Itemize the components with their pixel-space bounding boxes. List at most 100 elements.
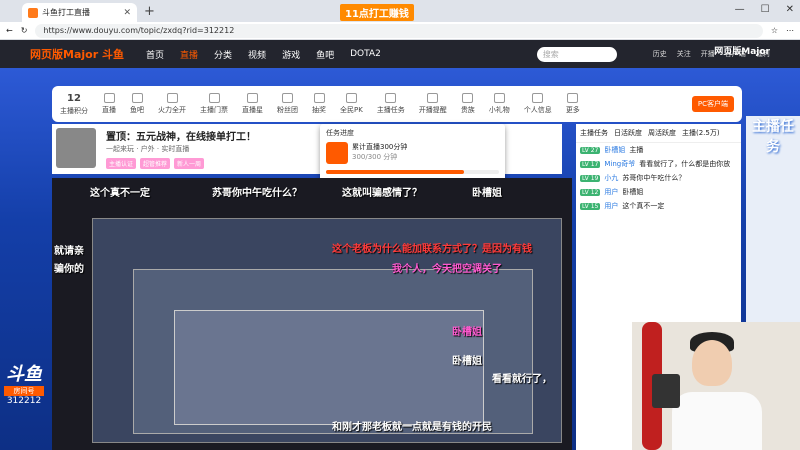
site-header: 网页版Major 斗鱼 首页 直播 分类 视频 游戏 鱼吧 DOTA2 搜索 历… [0, 40, 800, 68]
nav-dota2[interactable]: DOTA2 [350, 49, 381, 59]
cat-item-7[interactable]: 全民PK [340, 93, 363, 115]
pc-client-button[interactable]: PC客户端 [691, 96, 734, 112]
cat-item-9[interactable]: 开播提醒 [419, 93, 447, 115]
refresh-icon[interactable]: ↻ [21, 26, 28, 35]
cat-item-6[interactable]: 抽奖 [312, 93, 326, 115]
task-mascot[interactable]: 主播任务 [746, 116, 800, 156]
stream-title: 置顶：五元战神，在线接单打工！ [106, 132, 256, 143]
webcam-overlay [632, 322, 800, 450]
badge-2: 新人一周 [174, 158, 205, 169]
cat-item-2[interactable]: 火力全开 [158, 93, 186, 115]
close-window-icon[interactable]: ✕ [786, 4, 794, 15]
cat-item-3[interactable]: 主播门票 [200, 93, 228, 115]
video-player[interactable]: 这个真不一定 苏哥你中午吃什么？ 这就叫骗感情了？ 卧槽姐 这个老板为什么能加联… [52, 178, 572, 450]
danmu-4: 这个老板为什么能加联系方式了？是因为有钱 [332, 244, 532, 255]
stream-meta: 一起来玩 · 户外 · 实时直播 [106, 145, 190, 153]
minimize-icon[interactable]: — [735, 4, 745, 15]
nav-video[interactable]: 视频 [248, 48, 266, 61]
nav-live[interactable]: 直播 [180, 48, 198, 61]
tab-task[interactable]: 主播任务 [580, 128, 608, 138]
nested-stream-frame-3 [174, 310, 484, 425]
danmu-1: 苏哥你中午吃什么？ [212, 188, 302, 199]
header-history[interactable]: 历史 [653, 49, 667, 59]
chat-row: LV 15 用户 这个真不一定 [580, 202, 665, 210]
badge-0: 主播认证 [106, 158, 137, 169]
cat-item-4[interactable]: 直播星 [242, 93, 263, 115]
nav-fishbar[interactable]: 鱼吧 [316, 48, 334, 61]
danmu-8: 和刚才那老板就一点就是有钱的开民 [332, 422, 492, 433]
badge-1: 超管推荐 [140, 158, 171, 169]
small-gift-icon [493, 93, 505, 103]
star-icon [247, 93, 258, 103]
menu-icon[interactable]: ⋯ [786, 26, 794, 35]
avatar[interactable] [56, 128, 96, 168]
chat-row: LV 12 用户 卧槽姐 [580, 188, 644, 196]
search-input[interactable]: 搜索 [536, 46, 617, 62]
user-icon [532, 93, 544, 103]
danmu-6: 卧槽姐 [452, 327, 482, 338]
tab-daily[interactable]: 日活跃度 [614, 128, 642, 138]
maximize-icon[interactable]: ☐ [761, 4, 770, 15]
back-icon[interactable]: ← [6, 26, 13, 35]
nav-category[interactable]: 分类 [214, 48, 232, 61]
popup-sub: 300/300 分钟 [352, 153, 398, 161]
room-logo: 斗鱼 房间号 312212 [0, 360, 48, 440]
cat-item-0[interactable]: 直播 [102, 93, 116, 115]
danmu-0: 这个真不一定 [90, 188, 150, 199]
nav-game[interactable]: 游戏 [282, 48, 300, 61]
chat-row: LV 19 小九 苏哥你中午吃什么？ [580, 174, 686, 182]
points-count: 12 [67, 92, 81, 104]
tab-weekly[interactable]: 周活跃度 [648, 128, 676, 138]
danmu-7: 看看就行了， [492, 374, 552, 385]
task-progress-popup: 任务进度 累计直播300分钟 300/300 分钟 [320, 124, 505, 184]
diamond-icon [462, 93, 474, 103]
site-logo[interactable]: 网页版Major 斗鱼 [30, 46, 130, 62]
pk-icon [345, 93, 357, 103]
live-icon [103, 93, 115, 103]
cat-item-10[interactable]: 贵族 [461, 93, 475, 115]
close-icon[interactable]: ✕ [123, 8, 131, 18]
category-bar: 12 主播积分 直播 鱼吧 火力全开 主播门票 直播星 粉丝团 抽奖 全民PK … [52, 86, 742, 122]
popup-title: 任务进度 [326, 129, 354, 137]
task-icon [385, 93, 397, 103]
alarm-icon [427, 93, 439, 103]
favicon-icon [28, 7, 38, 18]
task-icon [326, 142, 348, 164]
url-input[interactable]: https://www.douyu.com/topic/zxdq?rid=312… [35, 23, 763, 38]
major-logo: 网页版Major [714, 47, 770, 57]
cat-item-12[interactable]: 个人信息 [524, 93, 552, 115]
header-follow[interactable]: 关注 [677, 49, 691, 59]
cat-item-1[interactable]: 鱼吧 [130, 93, 144, 115]
new-tab-icon[interactable]: + [144, 4, 155, 19]
gift-icon [313, 93, 325, 103]
browser-tab[interactable]: 斗鱼打工直播 ✕ [22, 3, 137, 22]
cat-item-13[interactable]: 更多 [566, 93, 580, 115]
header-broadcast[interactable]: 开播 [701, 49, 715, 59]
chat-row: LV 27 卧槽姐 主播 [580, 146, 644, 154]
room-label: 房间号 [4, 386, 44, 396]
ticket-icon [208, 93, 220, 103]
chat-row: LV 17 Ming奇爷 看看就行了，什么都是由你放 [580, 160, 731, 168]
popup-task: 累计直播300分钟 [352, 143, 408, 151]
danmu-2: 这就叫骗感情了？ [342, 188, 422, 199]
danmu-3: 卧槽姐 [472, 188, 502, 199]
danmu-9: 骗你的 [54, 264, 84, 275]
browser-titlebar: 斗鱼打工直播 ✕ + 11点打工赚钱 — ☐ ✕ [0, 0, 800, 22]
fishbar-icon [131, 93, 143, 103]
cat-item-5[interactable]: 粉丝团 [277, 93, 298, 115]
star-icon[interactable]: ☆ [771, 26, 778, 35]
person-body [672, 392, 762, 450]
cat-item-8[interactable]: 主播任务 [377, 93, 405, 115]
progress-bar [326, 170, 499, 174]
cat-item-11[interactable]: 小礼物 [489, 93, 510, 115]
fire-icon [166, 93, 178, 103]
address-bar: ← ↻ https://www.douyu.com/topic/zxdq?rid… [0, 22, 800, 40]
tab-viewers[interactable]: 主播(2.5万) [682, 128, 720, 138]
room-number: 312212 [6, 396, 42, 406]
nav-home[interactable]: 首页 [146, 48, 164, 61]
danmu-5: 我个人，今天把空调关了 [392, 264, 502, 275]
tab-title: 斗鱼打工直播 [42, 8, 90, 17]
danmu-10: 就请亲 [54, 246, 84, 257]
phone [652, 374, 680, 408]
top-banner: 11点打工赚钱 [340, 4, 414, 21]
